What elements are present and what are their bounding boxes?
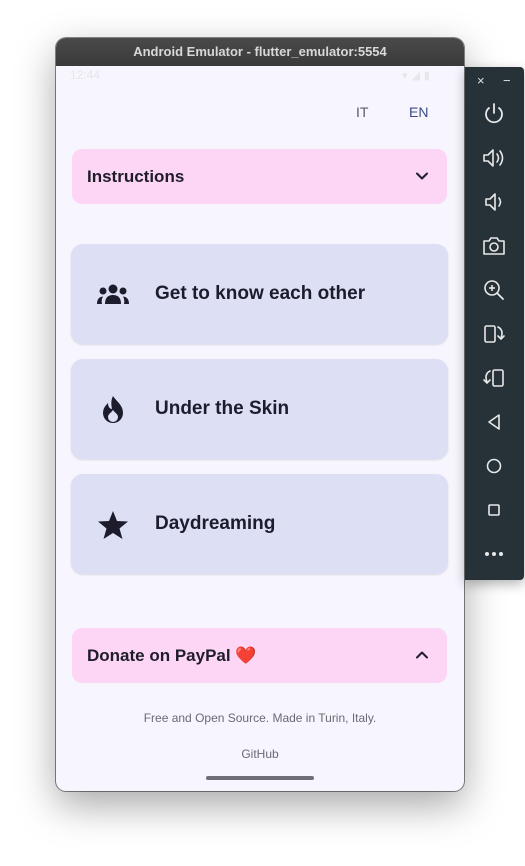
category-label: Under the Skin xyxy=(155,398,290,419)
category-card-daydreaming[interactable]: Daydreaming xyxy=(71,474,448,574)
category-card-get-to-know[interactable]: Get to know each other xyxy=(71,244,448,344)
language-it-button[interactable]: IT xyxy=(356,104,368,120)
chevron-up-icon xyxy=(416,651,428,659)
footer-tagline: Free and Open Source. Made in Turin, Ita… xyxy=(143,711,377,725)
volume-up-icon[interactable] xyxy=(481,145,507,171)
more-icon[interactable] xyxy=(481,541,507,567)
zoom-icon[interactable] xyxy=(481,277,507,303)
star-icon xyxy=(98,511,128,539)
donate-label: Donate on PayPal ❤️ xyxy=(87,646,257,665)
gesture-home-bar[interactable] xyxy=(206,776,314,780)
people-group-icon xyxy=(97,284,129,304)
rotate-right-icon[interactable] xyxy=(481,365,507,391)
camera-icon[interactable] xyxy=(481,233,507,259)
category-card-under-the-skin[interactable]: Under the Skin xyxy=(71,359,448,459)
status-time: 12:44 xyxy=(70,68,101,82)
volume-down-icon[interactable] xyxy=(481,189,507,215)
emulator-toolbar: × − xyxy=(465,67,524,580)
category-label: Daydreaming xyxy=(155,513,276,534)
back-icon[interactable] xyxy=(481,409,507,435)
instructions-panel[interactable]: Instructions xyxy=(72,149,447,204)
github-link[interactable]: GitHub xyxy=(56,747,464,761)
home-icon[interactable] xyxy=(481,453,507,479)
status-icons: ▾◢▮ xyxy=(401,70,434,82)
rotate-left-icon[interactable] xyxy=(481,321,507,347)
status-bar: 12:44 ▾◢▮ xyxy=(56,66,464,88)
flame-icon xyxy=(103,396,123,423)
chevron-down-icon xyxy=(416,172,428,180)
power-icon[interactable] xyxy=(481,101,507,127)
minimize-button[interactable]: − xyxy=(503,73,511,88)
emulator-window: Android Emulator - flutter_emulator:5554… xyxy=(56,38,464,791)
instructions-label: Instructions xyxy=(87,167,185,186)
category-label: Get to know each other xyxy=(155,283,366,304)
overview-icon[interactable] xyxy=(481,497,507,523)
language-en-button[interactable]: EN xyxy=(409,104,428,120)
close-button[interactable]: × xyxy=(477,73,485,88)
donate-panel[interactable]: Donate on PayPal ❤️ xyxy=(72,628,447,683)
window-title: Android Emulator - flutter_emulator:5554 xyxy=(56,38,464,66)
